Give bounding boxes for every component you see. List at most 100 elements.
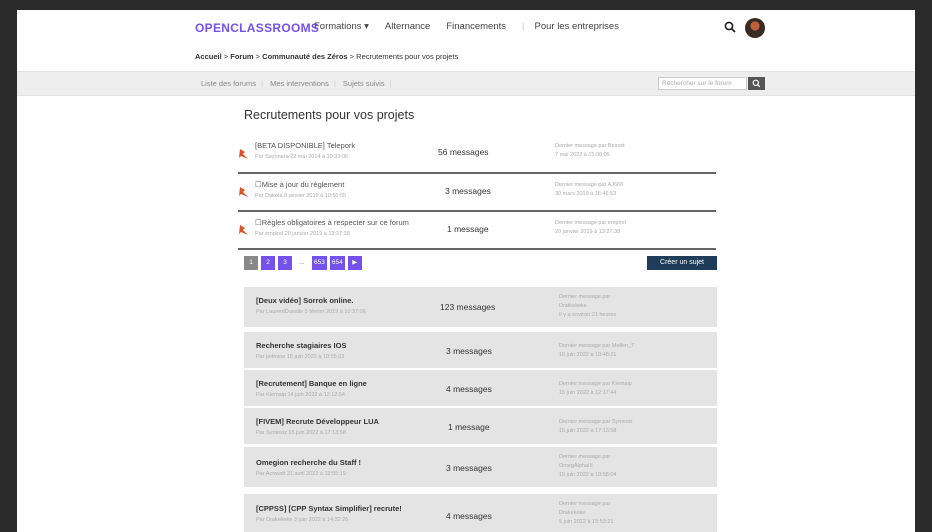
breadcrumb-forum[interactable]: Forum xyxy=(230,52,253,61)
last-message-date: 15 juin 2022 à 10:58:04 xyxy=(559,472,617,478)
menu-item-entreprises[interactable]: Pour les entreprises xyxy=(534,21,618,32)
topic-title[interactable]: [FIVEM] Recrute Développeur LUA xyxy=(256,417,379,426)
last-message-info: Dernier message par Dratkekeke Il y a envi… xyxy=(559,293,616,320)
last-message-info: Dernier message par Besset 7 mai 2022 à 1… xyxy=(555,142,625,160)
link-followed-topics[interactable]: Sujets suivis xyxy=(343,79,385,88)
topic-meta: Par empirel 20 janvier 2019 à 13:27:38 xyxy=(255,231,350,237)
checkbox-icon: ☐ xyxy=(255,218,262,227)
next-page-icon[interactable]: ▶ xyxy=(347,256,362,270)
topic-meta: Par jedmine 15 juin 2022 à 10:55:03 xyxy=(256,354,345,360)
last-message-date: 16 juin 2022 à 10:48:21 xyxy=(559,352,617,358)
link-forum-list[interactable]: Liste des forums xyxy=(201,79,256,88)
forum-subnav: Liste des forums | Mes interventions | Suj… xyxy=(17,71,915,96)
subnav-separator: | xyxy=(389,79,392,88)
menu-item-alternance[interactable]: Alternance xyxy=(385,21,430,32)
pin-icon xyxy=(239,225,248,235)
menu-separator: | xyxy=(522,21,525,32)
avatar[interactable] xyxy=(745,18,765,38)
last-message-label: Dernier message par xyxy=(559,294,611,300)
topic-meta: Par Drakekeke 3 juin 2022 à 14:32:26 xyxy=(256,517,349,523)
search-icon[interactable] xyxy=(724,21,736,33)
pin-icon xyxy=(239,187,248,197)
breadcrumb-separator: > xyxy=(253,52,263,61)
last-message-info: Dernier message par Kiemaip 15 juin 2022 … xyxy=(559,380,632,398)
page: OPENCLASSROOMS Formations ▾ Alternance F… xyxy=(17,10,915,532)
last-message-label: Dernier message par xyxy=(559,454,611,460)
breadcrumb-home[interactable]: Accueil xyxy=(195,52,222,61)
topic-meta: Par Acnwatt 21 avril 2022 à 13:55:19 xyxy=(256,471,346,477)
topic-meta: Par Kiemaip 14 juin 2022 à 12:12:54 xyxy=(256,392,345,398)
subnav-separator: | xyxy=(261,79,263,88)
topic-row[interactable]: [Recrutement] Banque en ligne Par Kiemai… xyxy=(244,370,717,406)
top-navigation: OPENCLASSROOMS Formations ▾ Alternance F… xyxy=(17,10,915,46)
page-1[interactable]: 1 xyxy=(244,256,258,270)
topic-title[interactable]: Recherche stagiaires IOS xyxy=(256,341,346,350)
checkbox-icon: ☐ xyxy=(255,180,262,189)
last-message-date: Il y a environ 21 heures xyxy=(559,312,617,318)
topic-meta: Par Sayonara 22 mai 2014 à 10:33:06 xyxy=(255,154,348,160)
topic-row[interactable]: Recherche stagiaires IOS Par jedmine 15 … xyxy=(244,332,717,368)
menu-item-financements[interactable]: Financements xyxy=(446,21,506,32)
last-message-author: Dernier message par Kiemaip xyxy=(559,381,632,387)
create-topic-button[interactable]: Créer un sujet xyxy=(647,256,717,270)
topic-row[interactable]: Omegion recherche du Staff ! Par Acnwatt… xyxy=(244,447,717,487)
last-message-info: Dernier message par Mellen_7 16 juin 2022… xyxy=(559,342,634,360)
main-menu: Formations ▾ Alternance Financements | P… xyxy=(314,21,635,32)
last-message-info: Dernier message par OmegAlphaIII 15 juin 2… xyxy=(559,453,617,480)
forum-search-button[interactable] xyxy=(748,77,765,90)
pagination: 1 2 3 ... 653 654 ▶ xyxy=(244,256,365,270)
message-count: 3 messages xyxy=(446,463,492,473)
last-message-author: Dernier message par Syntesiz xyxy=(559,419,633,425)
last-message-author: OmegAlphaIII xyxy=(559,463,593,469)
message-count: 1 message xyxy=(447,224,489,234)
pinned-topic-row[interactable]: [BETA DISPONIBLE] Telepork Par Sayonara … xyxy=(238,136,716,174)
topic-title[interactable]: ☐Règles obligatoires à respecter sur ce … xyxy=(255,218,409,227)
last-message-date: 20 janvier 2019 à 13:27:38 xyxy=(555,229,621,235)
last-message-info: Dernier message par empirel 20 janvier 20… xyxy=(555,219,626,237)
last-message-label: Dernier message par xyxy=(559,501,611,507)
message-count: 1 message xyxy=(448,422,490,432)
message-count: 4 messages xyxy=(446,511,492,521)
message-count: 3 messages xyxy=(446,346,492,356)
message-count: 3 messages xyxy=(445,186,491,196)
topic-meta: Par Dakota 8 janvier 2019 à 10:50:55 xyxy=(255,193,347,199)
forum-search-input[interactable]: Rechercher sur le forum xyxy=(658,77,747,90)
page-3[interactable]: 3 xyxy=(278,256,292,270)
topic-title[interactable]: Omegion recherche du Staff ! xyxy=(256,458,361,467)
topic-row[interactable]: [Deux vidéo] Sorrok online. Par LaurentD… xyxy=(244,287,717,327)
last-message-author: Dernier message par Mellen_7 xyxy=(559,343,635,349)
last-message-date: 15 juin 2022 à 12:17:44 xyxy=(559,390,617,396)
topic-row[interactable]: [FIVEM] Recrute Développeur LUA Par Synt… xyxy=(244,408,717,444)
breadcrumb-community[interactable]: Communauté des Zéros xyxy=(262,52,347,61)
page-654[interactable]: 654 xyxy=(329,256,345,270)
page-ellipsis: ... xyxy=(299,259,305,266)
subnav-separator: | xyxy=(333,79,336,88)
search-icon xyxy=(752,79,761,88)
page-2[interactable]: 2 xyxy=(261,256,275,270)
last-message-date: 7 mai 2022 à 15:08:05 xyxy=(555,152,610,158)
breadcrumb-separator: > xyxy=(347,52,357,61)
topic-title-text: Règles obligatoires à respecter sur ce f… xyxy=(261,218,409,227)
topic-title[interactable]: [CPPSS] [CPP Syntax Simplifier] recrute! xyxy=(256,504,402,513)
topic-title[interactable]: [Deux vidéo] Sorrok online. xyxy=(256,296,354,305)
site-logo[interactable]: OPENCLASSROOMS xyxy=(195,21,319,35)
page-653[interactable]: 653 xyxy=(312,256,327,270)
topic-title[interactable]: [Recrutement] Banque en ligne xyxy=(256,379,367,388)
last-message-author: Dernier message par empirel xyxy=(555,220,626,226)
topic-title[interactable]: [BETA DISPONIBLE] Telepork xyxy=(255,141,355,150)
pinned-topic-row[interactable]: ☐Règles obligatoires à respecter sur ce … xyxy=(238,212,716,250)
last-message-date: 30 mars 2019 à 16:46:53 xyxy=(555,191,617,197)
last-message-info: Dernier message par AJ666 30 mars 2019 à … xyxy=(555,181,623,199)
menu-item-formations[interactable]: Formations ▾ xyxy=(314,21,369,32)
topic-meta: Par LaurentDuvalle 3 février 2019 à 10:3… xyxy=(256,309,366,315)
topic-row[interactable]: [CPPSS] [CPP Syntax Simplifier] recrute!… xyxy=(244,494,717,532)
last-message-info: Dernier message par Syntesiz 15 juin 2022… xyxy=(559,418,633,436)
pin-icon xyxy=(239,149,248,159)
breadcrumb-separator: > xyxy=(221,52,231,61)
link-my-posts[interactable]: Mes interventions xyxy=(270,79,329,88)
topic-title[interactable]: ☐Mise à jour du règlement xyxy=(255,180,344,189)
topic-meta: Par Syntesiz 15 juin 2022 à 17:13:58 xyxy=(256,430,346,436)
pinned-topic-row[interactable]: ☐Mise à jour du règlement Par Dakota 8 j… xyxy=(238,174,716,212)
last-message-date: 15 juin 2022 à 17:13:58 xyxy=(559,428,617,434)
topic-title-text: Mise à jour du règlement xyxy=(261,180,345,189)
